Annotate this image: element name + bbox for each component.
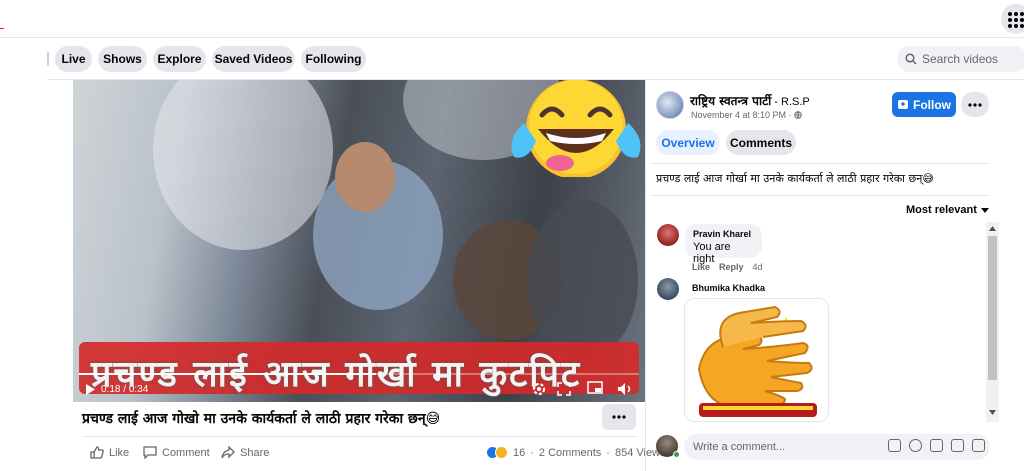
column-divider [645, 80, 646, 471]
follow-button[interactable]: Follow [892, 92, 956, 117]
video-player[interactable]: प्रचण्ड लाई आज गोर्खा मा कुटपिट 0:18 / 0… [73, 80, 645, 402]
page-name[interactable]: राष्ट्रिय स्वतन्त्र पार्टी - R.S.P [690, 92, 810, 109]
search-placeholder: Search videos [922, 52, 999, 66]
like-button[interactable]: Like [90, 446, 129, 459]
search-videos-input[interactable]: Search videos [897, 46, 1024, 72]
comment-button[interactable]: Comment [143, 446, 210, 459]
tab-shows[interactable]: Shows [98, 46, 147, 72]
thumbs-up-icon [90, 446, 104, 459]
comment-count[interactable]: 2 Comments [539, 447, 601, 459]
share-arrow-icon [221, 446, 235, 459]
comment-label: Comment [162, 446, 210, 459]
commenter-avatar[interactable] [657, 224, 679, 246]
tab-comments[interactable]: Comments [726, 130, 796, 155]
follow-label: Follow [913, 97, 951, 112]
tab-overview[interactable]: Overview [656, 130, 720, 155]
nav-edge [47, 52, 49, 66]
comment-bubble: Pravin Kharel You are right [685, 224, 762, 265]
commenter-avatar[interactable] [657, 278, 679, 300]
reaction-summary[interactable]: 16 · 2 Comments · 854 Views [486, 446, 666, 459]
comment-author[interactable]: Pravin Kharel [693, 229, 754, 239]
gif-icon[interactable] [951, 439, 964, 452]
video-controls: 0:18 / 0:34 [73, 376, 645, 402]
avatar-sticker-icon[interactable] [888, 439, 901, 452]
decoration-tick [0, 28, 4, 29]
picture-in-picture-icon[interactable] [587, 381, 603, 396]
comment-bubble-icon [143, 446, 157, 459]
expand-icon[interactable] [557, 382, 571, 396]
like-label: Like [109, 446, 130, 459]
laughing-emoji-sticker [511, 80, 641, 177]
comment-input-placeholder: Write a comment... [693, 441, 786, 453]
comment-like-link[interactable]: Like [692, 262, 710, 272]
post-time[interactable]: November 4 at 8:10 PM · [691, 110, 802, 120]
person-face [335, 142, 395, 212]
scroll-up-arrow-icon[interactable] [989, 226, 996, 231]
menu-grid-icon[interactable] [1001, 4, 1024, 34]
video-progress-fill [79, 373, 376, 375]
comment-age[interactable]: 4d [753, 262, 763, 272]
top-bar [0, 0, 1024, 38]
comment-author[interactable]: Bhumika Khadka [692, 283, 765, 293]
video-title: प्रचण्ड लाई आज गोखो मा उनके कार्यकर्ता ल… [82, 411, 441, 427]
search-icon [905, 53, 917, 65]
post-description: प्रचण्ड लाई आज गोर्खा मा उनके कार्यकर्ता… [656, 172, 934, 185]
video-nav-bar: Live Shows Explore Saved Videos Followin… [47, 40, 1024, 80]
more-dots-icon [968, 102, 982, 107]
actions-divider [82, 436, 638, 437]
clapping-hands-icon [697, 305, 817, 417]
play-icon[interactable] [85, 384, 95, 395]
globe-icon [794, 111, 802, 119]
comment-meta: Like Reply 4d [692, 262, 763, 272]
page-avatar[interactable] [656, 91, 684, 119]
volume-icon[interactable] [617, 382, 633, 396]
reaction-count: 16 [513, 446, 526, 459]
scroll-down-arrow-icon[interactable] [989, 410, 996, 415]
divider [652, 195, 990, 196]
video-progress-bar[interactable] [79, 373, 639, 375]
post-options-button[interactable] [961, 92, 989, 117]
time-readout: 0:18 / 0:34 [101, 384, 149, 395]
sort-label: Most relevant [906, 204, 977, 216]
tab-live[interactable]: Live [55, 46, 92, 72]
camera-icon[interactable] [930, 439, 943, 452]
tab-saved-videos[interactable]: Saved Videos [212, 46, 295, 72]
reaction-icons [486, 446, 508, 459]
clapping-hands-sticker [684, 298, 829, 422]
comments-scrollbar-thumb[interactable] [988, 236, 997, 380]
more-dots-icon [612, 415, 626, 419]
person-body [528, 200, 638, 360]
emoji-icon[interactable] [909, 439, 922, 452]
divider [652, 163, 990, 164]
sort-comments-dropdown[interactable]: Most relevant [906, 204, 989, 216]
caret-down-icon [980, 207, 989, 213]
composer-tools [888, 439, 985, 452]
haha-reaction-icon [495, 446, 508, 459]
smoke-haze [153, 80, 333, 250]
video-more-button[interactable] [602, 404, 636, 430]
tab-following[interactable]: Following [301, 46, 366, 72]
sticker-icon[interactable] [972, 439, 985, 452]
share-button[interactable]: Share [221, 446, 269, 459]
follow-page-icon [898, 100, 908, 109]
online-status-dot [673, 451, 680, 458]
tab-explore[interactable]: Explore [153, 46, 206, 72]
share-label: Share [240, 446, 270, 459]
comment-reply-link[interactable]: Reply [719, 262, 744, 272]
settings-gear-icon[interactable] [532, 382, 546, 396]
